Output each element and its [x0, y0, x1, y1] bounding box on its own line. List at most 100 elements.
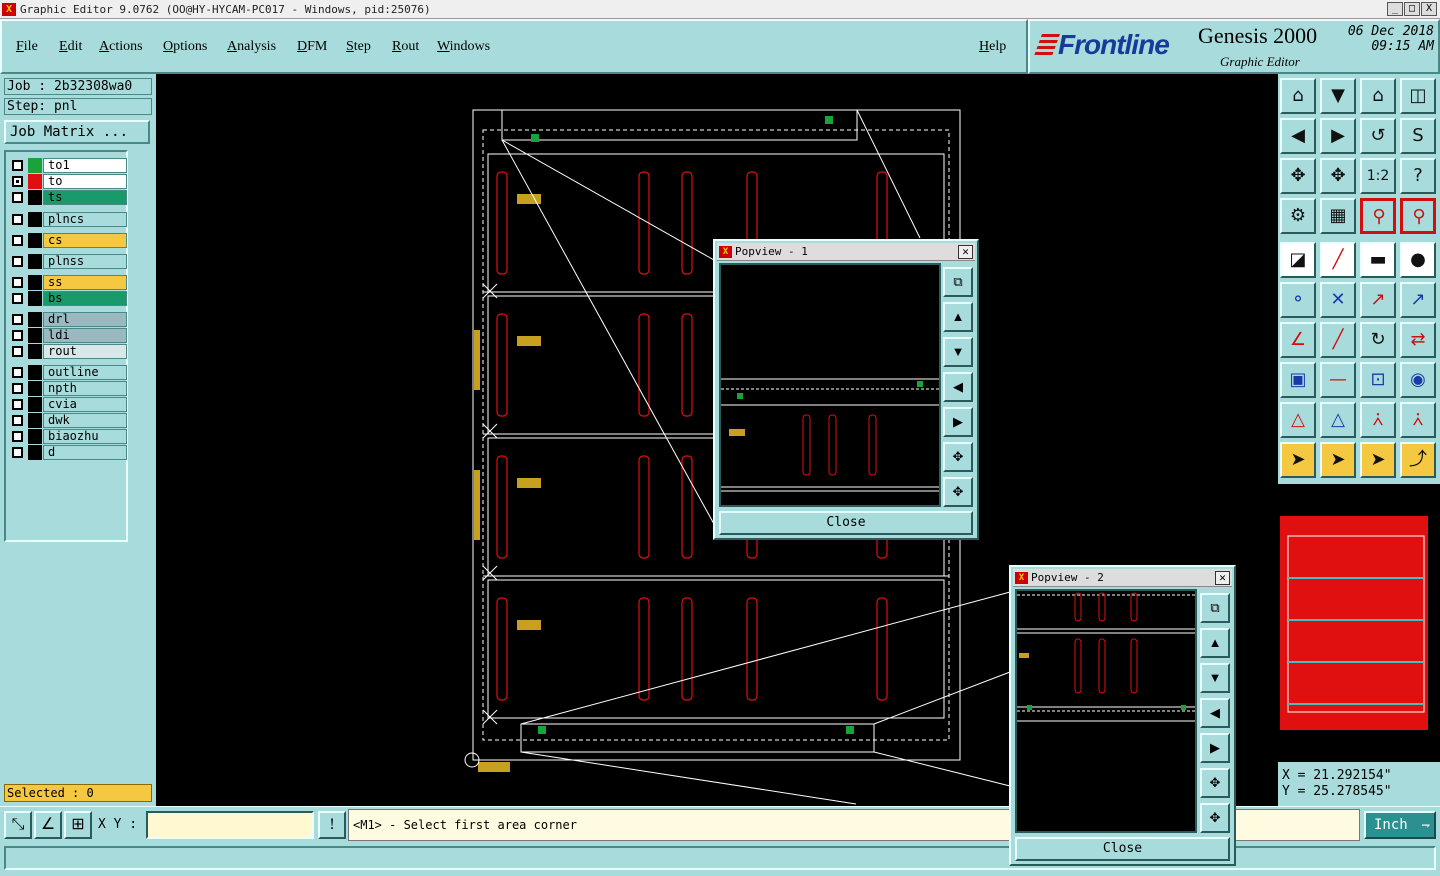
popview-1-close-button[interactable]: Close — [719, 511, 973, 535]
snap-mode-button[interactable]: ⚲ — [1400, 198, 1436, 234]
layer-row[interactable]: plnss — [10, 254, 127, 269]
layer-checkbox[interactable] — [12, 399, 23, 410]
layer-row[interactable]: dwk — [10, 413, 127, 428]
layer-name[interactable]: cvia — [43, 397, 127, 412]
menu-analysis[interactable]: Analysis — [227, 39, 276, 55]
layer-checkbox[interactable] — [12, 192, 23, 203]
layer-row[interactable]: ldi — [10, 328, 127, 343]
layer-checkbox[interactable] — [12, 447, 23, 458]
move-button[interactable]: ↗ — [1360, 282, 1396, 318]
view-house-button[interactable]: ⌂ — [1360, 78, 1396, 114]
zoom-area-button[interactable]: ⤡ — [4, 811, 32, 839]
layer-name[interactable]: bs — [43, 291, 127, 306]
popview-2-fit-button[interactable]: ✥ — [1200, 768, 1230, 798]
overview-minimap[interactable] — [1278, 514, 1440, 732]
triangle-outline-button[interactable]: △ — [1320, 402, 1356, 438]
layer-checkbox[interactable] — [12, 415, 23, 426]
layer-checkbox[interactable] — [12, 293, 23, 304]
pointer-button[interactable]: ➤ — [1280, 442, 1316, 478]
layer-row[interactable]: ss — [10, 275, 127, 290]
pan-left-button[interactable]: ◀ — [1280, 118, 1316, 154]
move-copy-button[interactable]: ↗ — [1400, 282, 1436, 318]
layer-row[interactable]: drl — [10, 312, 127, 327]
layer-color-swatch[interactable] — [28, 429, 42, 444]
job-matrix-button[interactable]: Job Matrix ... — [4, 120, 150, 144]
layer-name[interactable]: d — [43, 445, 127, 460]
shapes-button[interactable]: ◉ — [1400, 362, 1436, 398]
layer-row[interactable]: outline — [10, 365, 127, 380]
layer-row[interactable]: rout — [10, 344, 127, 359]
layer-name[interactable]: cs — [43, 233, 127, 248]
popview-1-left-button[interactable]: ◀ — [943, 372, 973, 402]
info-button[interactable]: ! — [318, 811, 346, 839]
view-home-button[interactable]: ⌂ — [1280, 78, 1316, 114]
popview-2-left-button[interactable]: ◀ — [1200, 698, 1230, 728]
pan-right-button[interactable]: ▶ — [1320, 118, 1356, 154]
popview-2-right-button[interactable]: ▶ — [1200, 733, 1230, 763]
popview-2-fit-profile-button[interactable]: ✥ — [1200, 803, 1230, 833]
pointer-path-button[interactable]: ⤴ — [1400, 442, 1436, 478]
layer-color-swatch[interactable] — [28, 445, 42, 460]
layer-row[interactable]: cvia — [10, 397, 127, 412]
redraw-button[interactable]: S — [1400, 118, 1436, 154]
layer-color-swatch[interactable] — [28, 291, 42, 306]
grid-button[interactable]: ▦ — [1320, 198, 1356, 234]
layer-checkbox[interactable] — [12, 176, 23, 187]
menu-rout[interactable]: Rout — [392, 39, 419, 55]
layer-row[interactable]: bs — [10, 291, 127, 306]
fit-screen-button[interactable]: ✥ — [1280, 158, 1316, 194]
layer-color-swatch[interactable] — [28, 365, 42, 380]
layer-checkbox[interactable] — [12, 314, 23, 325]
layer-color-swatch[interactable] — [28, 344, 42, 359]
polygon-button[interactable]: ⩑ — [1360, 402, 1396, 438]
menu-step[interactable]: Step — [346, 39, 371, 55]
zoom-angle-button[interactable]: ∠ — [34, 811, 62, 839]
layer-checkbox[interactable] — [12, 235, 23, 246]
angle-button[interactable]: ∠ — [1280, 322, 1316, 358]
polygon-fill-button[interactable]: ⩑ — [1400, 402, 1436, 438]
layer-color-swatch[interactable] — [28, 233, 42, 248]
zoom-ratio-button[interactable]: 1:2 — [1360, 158, 1396, 194]
layer-checkbox[interactable] — [12, 160, 23, 171]
layer-checkbox[interactable] — [12, 346, 23, 357]
popview-2-up-button[interactable]: ▲ — [1200, 628, 1230, 658]
layer-checkbox[interactable] — [12, 214, 23, 225]
layer-row[interactable]: biaozhu — [10, 429, 127, 444]
layer-checkbox[interactable] — [12, 383, 23, 394]
popview-1-fit-button[interactable]: ✥ — [943, 442, 973, 472]
arc-button[interactable]: ↻ — [1360, 322, 1396, 358]
layer-color-swatch[interactable] — [28, 190, 42, 205]
layer-name[interactable]: outline — [43, 365, 127, 380]
popview-1-close-icon[interactable]: ✕ — [958, 245, 973, 259]
popview-2-down-button[interactable]: ▼ — [1200, 663, 1230, 693]
layer-color-swatch[interactable] — [28, 158, 42, 173]
popview-1-fit-profile-button[interactable]: ✥ — [943, 477, 973, 507]
close-window-button[interactable]: X — [1421, 2, 1437, 16]
layer-row[interactable]: cs — [10, 233, 127, 248]
layer-row[interactable]: plncs — [10, 212, 127, 227]
snap-button[interactable]: ⚲ — [1360, 198, 1396, 234]
grid-snap-button[interactable]: ⊞ — [64, 811, 92, 839]
layer-checkbox[interactable] — [12, 277, 23, 288]
view-down-button[interactable]: ▼ — [1320, 78, 1356, 114]
layer-row[interactable]: to1 — [10, 158, 127, 173]
layer-color-swatch[interactable] — [28, 174, 42, 189]
layer-checkbox[interactable] — [12, 367, 23, 378]
layer-checkbox[interactable] — [12, 256, 23, 267]
layer-name[interactable]: plncs — [43, 212, 127, 227]
units-select[interactable]: Inch ⇁ — [1364, 811, 1436, 839]
ruler-button[interactable]: ▬ — [1360, 242, 1396, 278]
maximize-button[interactable]: □ — [1404, 2, 1420, 16]
minimize-button[interactable]: _ — [1387, 2, 1403, 16]
menu-actions[interactable]: Actions — [99, 39, 143, 55]
popview-2-close-button[interactable]: Close — [1015, 837, 1230, 861]
menu-windows[interactable]: Windows — [437, 39, 490, 55]
layer-name[interactable]: biaozhu — [43, 429, 127, 444]
layer-name[interactable]: ldi — [43, 328, 127, 343]
layer-name[interactable]: npth — [43, 381, 127, 396]
pointer-shape-button[interactable]: ➤ — [1360, 442, 1396, 478]
select-feature-button[interactable]: ◪ — [1280, 242, 1316, 278]
layer-color-swatch[interactable] — [28, 275, 42, 290]
popview-2-close-icon[interactable]: ✕ — [1215, 571, 1230, 585]
measure-button[interactable]: ⊡ — [1360, 362, 1396, 398]
